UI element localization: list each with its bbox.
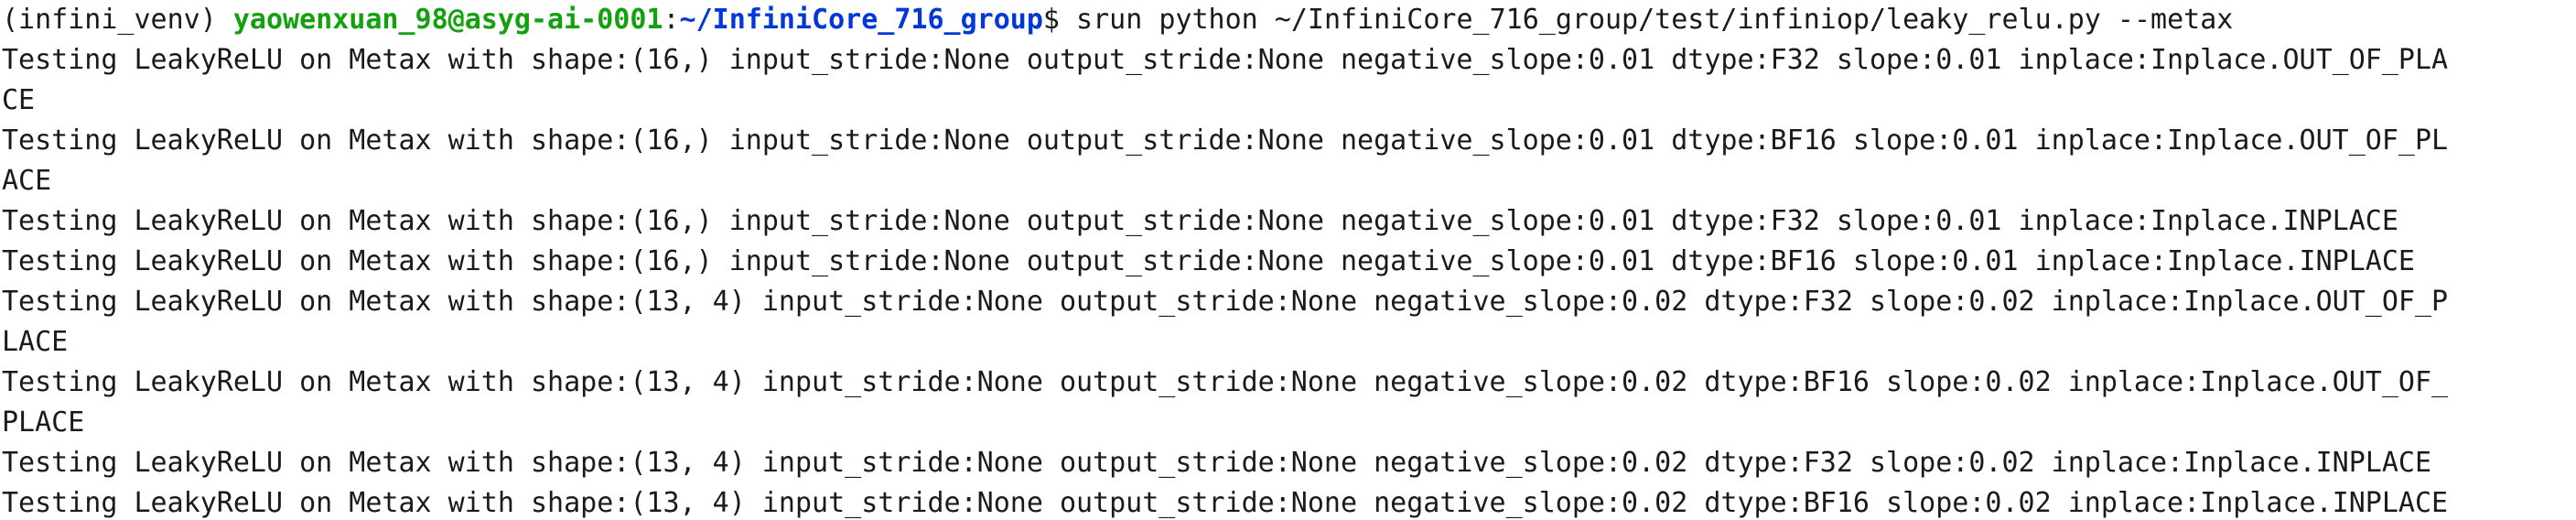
command-prompt-line: (infini_venv) yaowenxuan_98@asyg-ai-0001…: [2, 0, 2576, 40]
output-line: Testing LeakyReLU on Metax with shape:(1…: [2, 487, 2449, 519]
output-line: ACE: [2, 165, 52, 197]
output-line: PLACE: [2, 406, 85, 439]
command-text: srun python ~/InfiniCore_716_group/test/…: [1076, 4, 2234, 36]
output-line: LACE: [2, 326, 69, 358]
user-host: yaowenxuan_98@asyg-ai-0001: [232, 4, 663, 36]
output-line: Testing LeakyReLU on Metax with shape:(1…: [2, 245, 2415, 277]
terminal-window[interactable]: (infini_venv) yaowenxuan_98@asyg-ai-0001…: [0, 0, 2576, 520]
output-line: Testing LeakyReLU on Metax with shape:(1…: [2, 286, 2449, 318]
output-line: Testing LeakyReLU on Metax with shape:(1…: [2, 205, 2398, 237]
output-line: Testing LeakyReLU on Metax with shape:(1…: [2, 366, 2449, 398]
venv-label: (infini_venv): [2, 4, 233, 36]
prompt-dollar: $: [1042, 4, 1077, 36]
prompt-colon: :: [663, 4, 680, 36]
output-line: CE: [2, 84, 36, 116]
output-line: Testing LeakyReLU on Metax with shape:(1…: [2, 125, 2449, 157]
output-line: Testing LeakyReLU on Metax with shape:(1…: [2, 447, 2432, 479]
current-path: ~/InfiniCore_716_group: [679, 4, 1043, 36]
output-line: Testing LeakyReLU on Metax with shape:(1…: [2, 44, 2449, 76]
